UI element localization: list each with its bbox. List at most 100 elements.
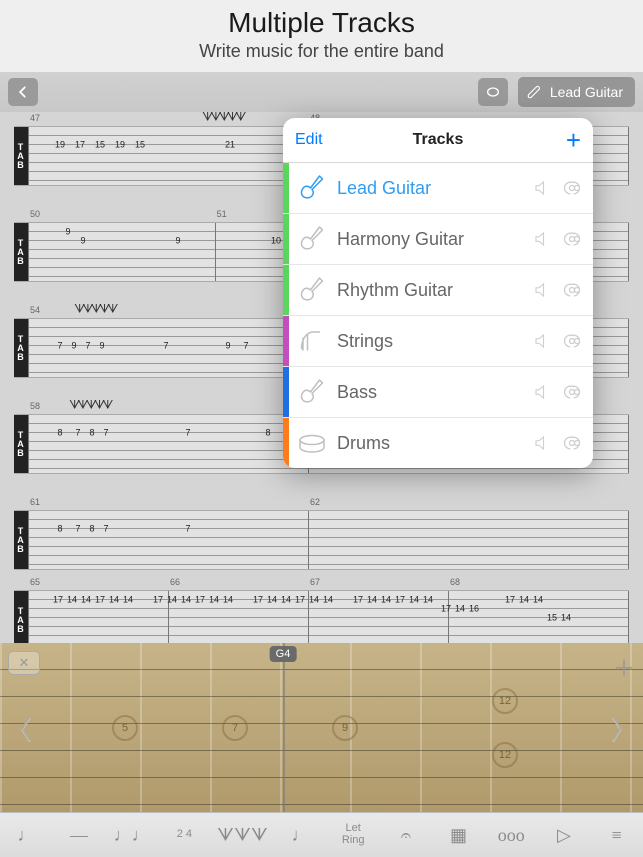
fret-number[interactable]: 9 [70,342,77,351]
fret-number[interactable]: 9 [174,237,181,246]
fret-number[interactable]: 7 [102,429,109,438]
tool-tremolo[interactable]: ᗐᗐᗐ [217,825,268,846]
mute-button[interactable] [531,432,553,454]
back-button[interactable] [8,78,38,106]
fret-number[interactable]: 8 [88,429,95,438]
track-row[interactable]: Drums [283,418,593,468]
fret-number[interactable]: 17 [352,596,364,605]
fret-number[interactable]: 8 [88,525,95,534]
tool-chord[interactable]: ▦ [439,825,479,846]
tool-play[interactable]: ▷ [544,825,584,846]
fret-number[interactable]: 7 [184,429,191,438]
loop-button[interactable] [478,78,508,106]
fret-number[interactable]: 21 [224,141,236,150]
fret-number[interactable]: 14 [66,596,78,605]
fret-number[interactable]: 7 [74,525,81,534]
fret-number[interactable]: 14 [308,596,320,605]
fret-number[interactable]: 14 [166,596,178,605]
tool-rest[interactable]: — [59,825,99,846]
fret-number[interactable]: 17 [194,596,206,605]
fret-number[interactable]: 8 [264,429,271,438]
mute-button[interactable] [531,381,553,403]
mute-button[interactable] [531,177,553,199]
fret-number[interactable]: 14 [518,596,530,605]
fret-number[interactable]: 8 [56,525,63,534]
fret-number[interactable]: 7 [242,342,249,351]
fret-number[interactable]: 14 [222,596,234,605]
solo-button[interactable] [561,279,583,301]
fret-number[interactable]: 17 [52,596,64,605]
fret-number[interactable]: 14 [408,596,420,605]
fret-number[interactable]: 15 [134,141,146,150]
fret-number[interactable]: 15 [94,141,106,150]
solo-button[interactable] [561,330,583,352]
playhead[interactable] [283,643,285,813]
fret-number[interactable]: 9 [224,342,231,351]
fret-number[interactable]: 7 [74,429,81,438]
add-track-button[interactable]: + [566,127,581,153]
track-row[interactable]: Harmony Guitar [283,214,593,265]
fret-number[interactable]: 14 [180,596,192,605]
next-note-button[interactable]: 〉 [611,710,637,747]
fret-number[interactable]: 7 [84,342,91,351]
fret-number[interactable]: 10 [270,237,282,246]
fret-number[interactable]: 14 [108,596,120,605]
edit-button[interactable]: Edit [295,131,323,149]
tool-fermata[interactable]: 𝄐 [386,825,426,846]
solo-button[interactable] [561,177,583,199]
tool-menu[interactable]: ≡ [597,825,637,846]
solo-button[interactable] [561,432,583,454]
fret-number[interactable]: 17 [74,141,86,150]
fret-number[interactable]: 14 [208,596,220,605]
fret-number[interactable]: 14 [366,596,378,605]
fret-number[interactable]: 7 [162,342,169,351]
track-row[interactable]: Rhythm Guitar [283,265,593,316]
fret-number[interactable]: 7 [102,525,109,534]
mute-button[interactable] [531,228,553,250]
fret-number[interactable]: 14 [280,596,292,605]
close-fretboard-button[interactable]: ✕ [8,651,40,675]
mute-button[interactable] [531,330,553,352]
fret-number[interactable]: 9 [79,237,86,246]
tool-tuplet[interactable]: ♩♩ [112,825,152,846]
fret-number[interactable]: 17 [394,596,406,605]
fret-number[interactable]: 9 [64,228,71,237]
solo-button[interactable] [561,381,583,403]
fret-number[interactable]: 19 [54,141,66,150]
fret-number[interactable]: 8 [56,429,63,438]
fret-number[interactable]: 14 [380,596,392,605]
track-selector-button[interactable]: Lead Guitar [518,77,635,107]
fret-number[interactable]: 14 [80,596,92,605]
fret-number[interactable]: 7 [184,525,191,534]
prev-note-button[interactable]: 〈 [6,710,32,747]
fret-number[interactable]: 15 [546,614,558,623]
fret-number[interactable]: 17 [294,596,306,605]
fret-number[interactable]: 17 [252,596,264,605]
fret-number[interactable]: 16 [468,605,480,614]
fret-number[interactable]: 14 [422,596,434,605]
tab-staff[interactable]: TAB6566676817141417141417141417141417141… [14,590,629,650]
fret-number[interactable]: 19 [114,141,126,150]
fret-number[interactable]: 17 [440,605,452,614]
fret-number[interactable]: 17 [504,596,516,605]
fret-number[interactable]: 17 [152,596,164,605]
fret-number[interactable]: 14 [454,605,466,614]
fret-number[interactable]: 9 [98,342,105,351]
fret-number[interactable]: 14 [266,596,278,605]
tool-time-sig[interactable]: 2 4 [164,829,204,841]
track-row[interactable]: Bass [283,367,593,418]
mute-button[interactable] [531,279,553,301]
fret-number[interactable]: 14 [532,596,544,605]
fret-number[interactable]: 17 [94,596,106,605]
tool-let-ring[interactable]: LetRing [333,823,373,846]
insert-button[interactable]: ＋ [613,651,635,683]
track-row[interactable]: Strings [283,316,593,367]
track-row[interactable]: Lead Guitar [283,163,593,214]
fretboard[interactable]: ✕ ＋ 〈 〉 5791212 G4 [0,643,643,813]
fret-number[interactable]: 7 [56,342,63,351]
tool-more[interactable]: ooo [491,825,531,846]
solo-button[interactable] [561,228,583,250]
tab-staff[interactable]: TAB616287877 [14,510,629,570]
fret-number[interactable]: 14 [560,614,572,623]
fret-number[interactable]: 14 [322,596,334,605]
